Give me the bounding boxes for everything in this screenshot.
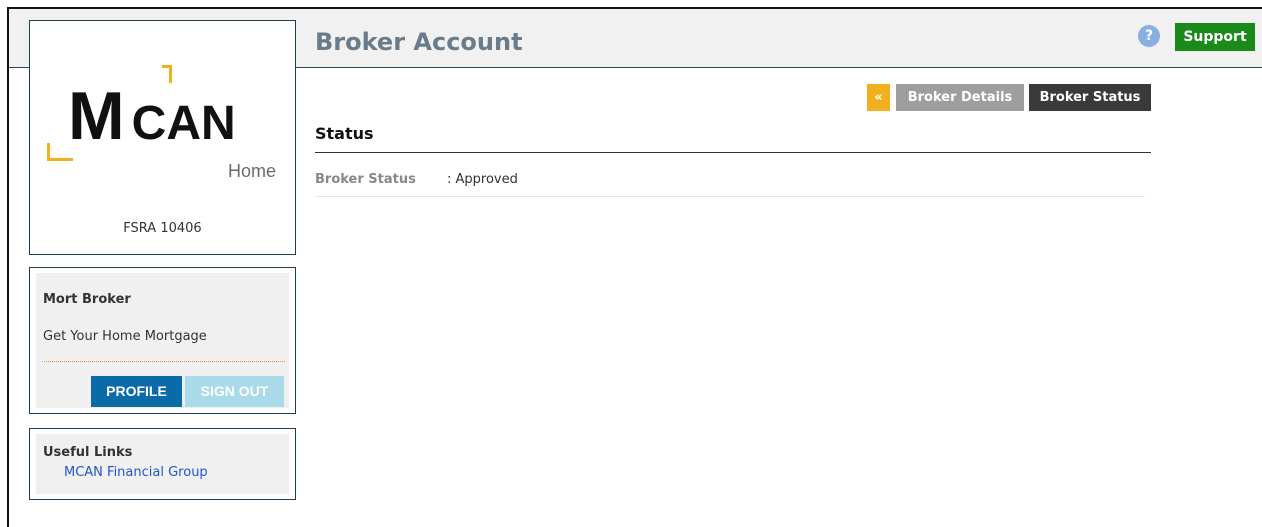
user-panel-body: Mort Broker Get Your Home Mortgage PROFI… <box>36 273 289 408</box>
support-button[interactable]: Support <box>1175 23 1255 51</box>
logo-word-can: CAN <box>131 97 236 150</box>
user-divider <box>42 361 285 362</box>
broker-status-value: : Approved <box>447 172 518 187</box>
sign-out-button[interactable]: SIGN OUT <box>185 376 284 407</box>
useful-links-body: Useful Links MCAN Financial Group <box>36 434 289 494</box>
useful-links-panel: Useful Links MCAN Financial Group <box>29 428 296 500</box>
logo-corner-bottom <box>47 158 73 161</box>
useful-links-title: Useful Links <box>43 445 133 460</box>
tab-broker-details[interactable]: Broker Details <box>896 84 1024 111</box>
section-title: Status <box>315 124 374 143</box>
help-icon[interactable]: ? <box>1138 25 1160 47</box>
user-name: Mort Broker <box>43 292 131 307</box>
back-tab[interactable]: « <box>867 84 890 111</box>
user-panel: Mort Broker Get Your Home Mortgage PROFI… <box>29 267 296 414</box>
page-title: Broker Account <box>315 28 523 56</box>
profile-button[interactable]: PROFILE <box>91 376 182 407</box>
link-mcan-financial-group[interactable]: MCAN Financial Group <box>64 465 208 480</box>
row-divider <box>315 196 1145 197</box>
section-divider <box>315 152 1151 153</box>
fsra-number: FSRA 10406 <box>123 221 202 236</box>
logo-home: Home <box>228 161 277 181</box>
mcan-logo: M CAN <box>68 77 236 155</box>
user-tagline: Get Your Home Mortgage <box>43 329 207 344</box>
broker-status-label: Broker Status <box>315 172 416 187</box>
logo-panel: M CAN Home FSRA 10406 <box>29 20 296 255</box>
tab-broker-status[interactable]: Broker Status <box>1029 84 1151 111</box>
logo-letter-m: M <box>68 78 125 154</box>
